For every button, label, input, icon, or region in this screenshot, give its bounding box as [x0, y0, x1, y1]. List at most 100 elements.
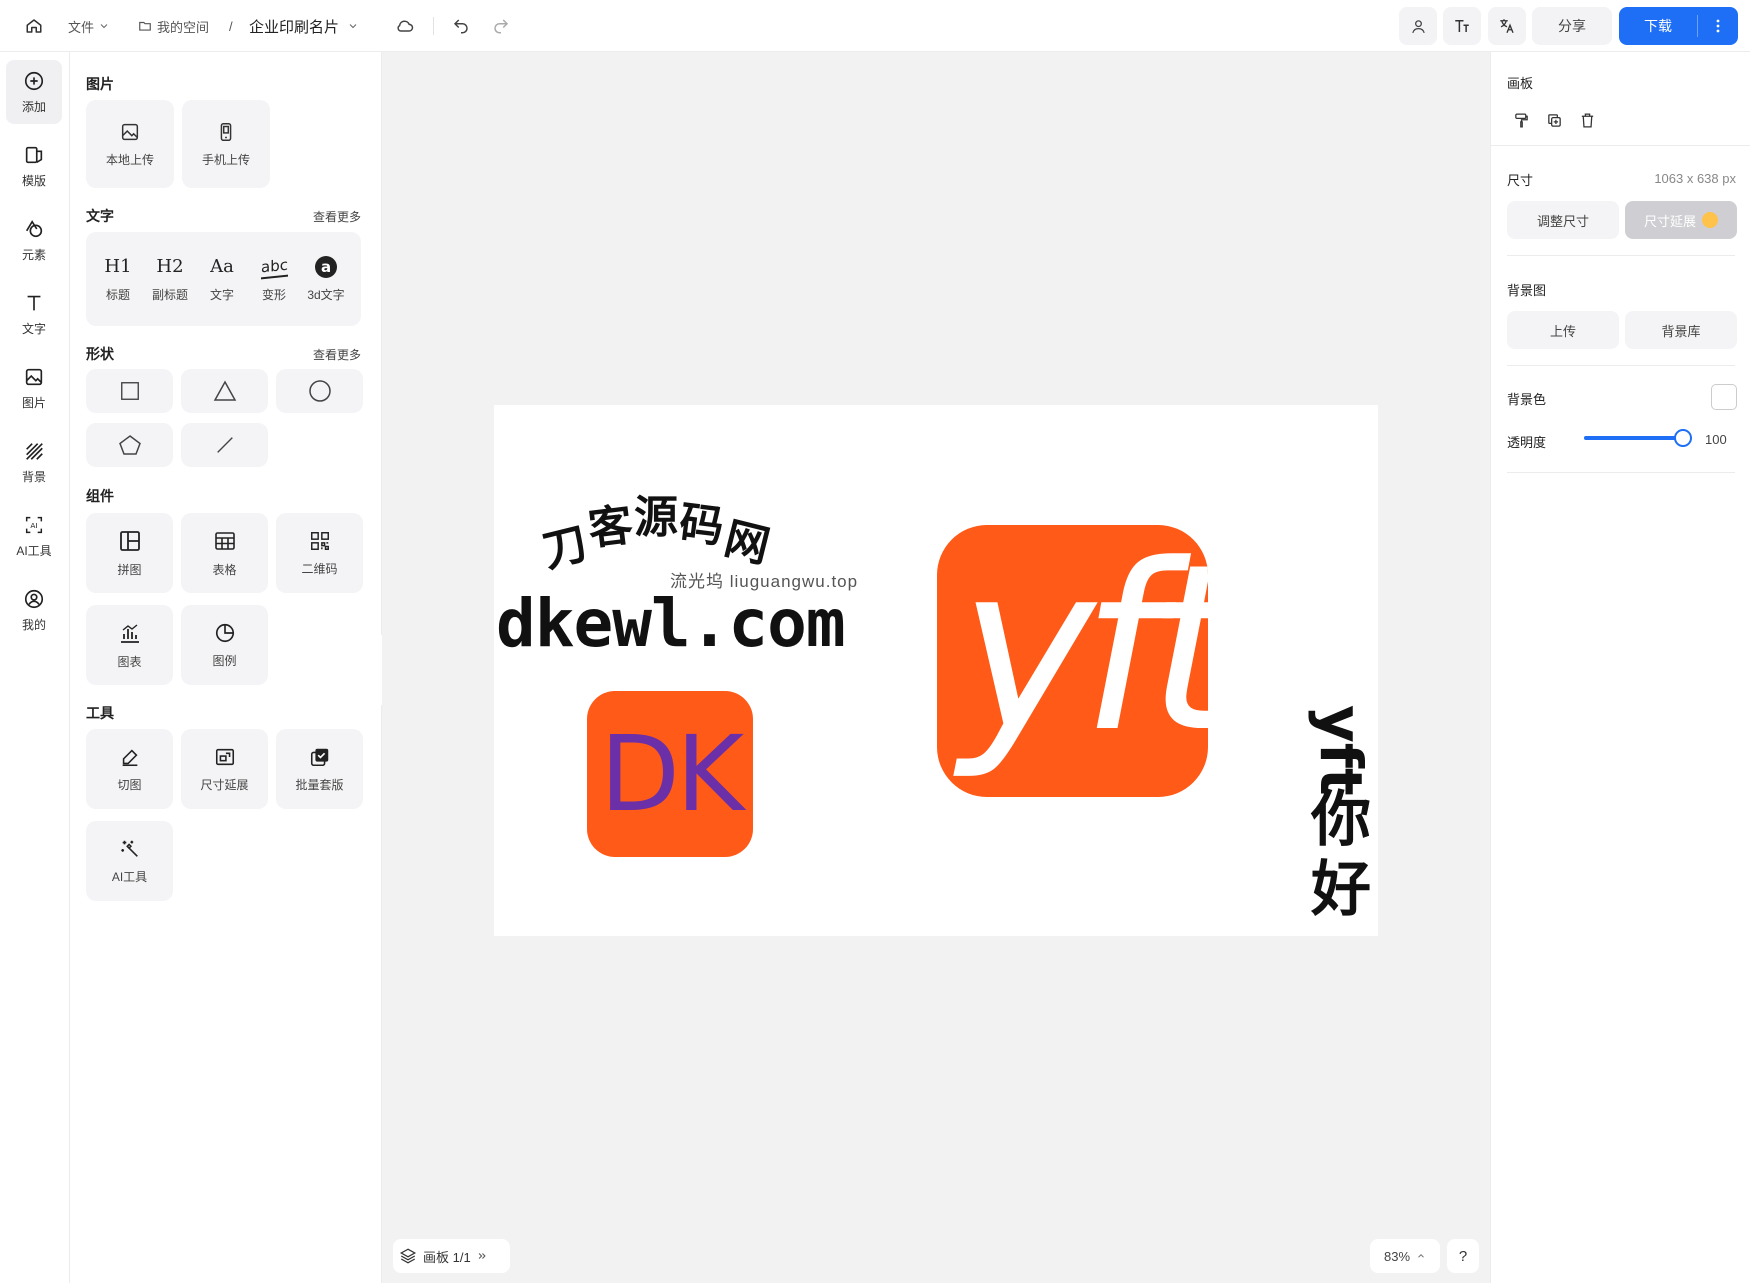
tile-label: 图例: [212, 653, 237, 668]
upload-bg-button[interactable]: 上传: [1507, 311, 1619, 349]
tool-batch-tile[interactable]: 批量套版: [276, 729, 363, 809]
opacity-slider[interactable]: [1584, 427, 1692, 449]
rail-item-background[interactable]: 背景: [6, 430, 62, 494]
tile-label: 图表: [117, 654, 142, 669]
tool-cut-tile[interactable]: 切图: [86, 729, 173, 809]
arched-headline-text[interactable]: 刀客源码网: [538, 481, 777, 578]
rail-item-label: 模版: [21, 173, 46, 188]
zoom-control[interactable]: 83%: [1370, 1239, 1440, 1273]
text-style-warp[interactable]: abc 变形: [248, 232, 300, 326]
file-menu[interactable]: 文件: [68, 16, 110, 36]
phone-upload-tile[interactable]: 手机上传: [182, 100, 270, 188]
resize-icon: [215, 748, 234, 765]
text-section-title: 文字: [86, 208, 114, 224]
component-chart-tile[interactable]: 图表: [86, 605, 173, 685]
download-more-button[interactable]: [1698, 7, 1738, 45]
text-style-h2[interactable]: H2 副标题: [144, 232, 196, 326]
artboard[interactable]: 刀客源码网 流光坞 liuguangwu.top dkewl.com DK yf…: [494, 405, 1378, 936]
delete-button[interactable]: [1579, 112, 1596, 129]
tile-label: 拼图: [117, 562, 142, 577]
vertical-text[interactable]: yft 你 好: [1306, 695, 1376, 925]
duplicate-button[interactable]: [1546, 112, 1563, 129]
doc-title[interactable]: 企业印刷名片: [249, 15, 359, 37]
dk-logo[interactable]: DK: [587, 691, 753, 857]
tool-ai-tile[interactable]: AI工具: [86, 821, 173, 901]
shapes-section-title: 形状: [86, 346, 114, 362]
translate-button[interactable]: [1488, 7, 1526, 45]
rail-item-image[interactable]: 图片: [6, 356, 62, 420]
text-style-label: 副标题: [151, 287, 188, 302]
redo-button[interactable]: [484, 9, 518, 43]
share-button[interactable]: 分享: [1532, 7, 1612, 45]
tile-label: 二维码: [301, 561, 338, 576]
circle-shape-icon: [308, 380, 331, 402]
yft-logo[interactable]: yft: [937, 525, 1208, 797]
rail-item-ai-tool[interactable]: AI AI工具: [6, 504, 62, 568]
rail-item-my[interactable]: 我的: [6, 578, 62, 642]
text-style-label: 标题: [105, 287, 130, 302]
images-section-title: 图片: [86, 76, 114, 92]
download-button[interactable]: 下载: [1619, 7, 1738, 45]
text-see-more-link[interactable]: 查看更多: [313, 208, 361, 225]
shape-triangle-tile[interactable]: [181, 369, 268, 413]
zoom-value: 83%: [1383, 1248, 1411, 1264]
undo-button[interactable]: [444, 9, 478, 43]
breadcrumb-space[interactable]: 我的空间: [138, 16, 209, 36]
shape-pentagon-tile[interactable]: [86, 423, 173, 467]
template-icon: [25, 146, 43, 163]
rail-item-elements[interactable]: 元素: [6, 208, 62, 272]
warp-glyph: abc: [260, 254, 288, 279]
phone-icon: [220, 122, 232, 141]
doc-title-label: 企业印刷名片: [249, 18, 340, 36]
extend-size-label: 尺寸延展: [1643, 213, 1696, 229]
divider: [433, 17, 434, 35]
upload-label: 上传: [1549, 323, 1576, 339]
local-upload-tile[interactable]: 本地上传: [86, 100, 174, 188]
layers-label: 画板 1/1: [423, 1249, 471, 1265]
divider: [1507, 255, 1735, 256]
breadcrumb-space-label: 我的空间: [157, 19, 210, 35]
font-size-button[interactable]: [1443, 7, 1481, 45]
resize-button[interactable]: 调整尺寸: [1507, 201, 1619, 239]
shapes-see-more-link[interactable]: 查看更多: [313, 346, 361, 363]
text-style-label: 变形: [261, 287, 286, 302]
format-painter-button[interactable]: [1513, 112, 1530, 129]
rail-item-text[interactable]: 文字: [6, 282, 62, 346]
slider-thumb[interactable]: [1674, 429, 1692, 447]
rail-item-label: 文字: [21, 321, 46, 336]
component-qrcode-tile[interactable]: 二维码: [276, 513, 363, 593]
component-collage-tile[interactable]: 拼图: [86, 513, 173, 593]
properties-panel: 画板 尺寸 1063 x 638 px 调整尺寸 尺寸延展 背景图 上传 背景库…: [1490, 52, 1750, 1283]
text-style-h1[interactable]: H1 标题: [92, 232, 144, 326]
extend-size-button[interactable]: 尺寸延展: [1625, 201, 1737, 239]
shape-circle-tile[interactable]: [276, 369, 363, 413]
help-button[interactable]: ?: [1447, 1239, 1479, 1273]
component-legend-tile[interactable]: 图例: [181, 605, 268, 685]
redo-icon: [494, 19, 509, 34]
ai-tool-icon: AI: [25, 516, 43, 533]
bg-library-button[interactable]: 背景库: [1625, 311, 1737, 349]
image-upload-icon: [121, 123, 139, 140]
domain-text[interactable]: dkewl.com: [496, 585, 846, 662]
bg-color-swatch[interactable]: [1711, 384, 1737, 410]
text-style-3d[interactable]: a 3d文字: [300, 232, 352, 326]
shape-square-tile[interactable]: [86, 369, 173, 413]
cloud-save-button[interactable]: [388, 9, 422, 43]
shape-line-tile[interactable]: [181, 423, 268, 467]
trash-icon: [1581, 113, 1594, 128]
rail-item-label: 元素: [21, 247, 46, 262]
rail-item-template[interactable]: 模版: [6, 134, 62, 198]
triangle-shape-icon: [213, 380, 236, 401]
component-table-tile[interactable]: 表格: [181, 513, 268, 593]
text-style-body[interactable]: Aa 文字: [196, 232, 248, 326]
layers-bar[interactable]: 画板 1/1: [393, 1239, 510, 1273]
batch-icon: [310, 748, 328, 766]
rail-item-add[interactable]: 添加: [6, 60, 62, 124]
tool-resize-tile[interactable]: 尺寸延展: [181, 729, 268, 809]
size-value: 1063 x 638 px: [1654, 171, 1736, 186]
user-button[interactable]: [1399, 7, 1437, 45]
background-icon: [26, 442, 43, 460]
folder-icon: [139, 21, 151, 31]
home-button[interactable]: [17, 9, 51, 43]
pen-icon: [122, 748, 138, 766]
